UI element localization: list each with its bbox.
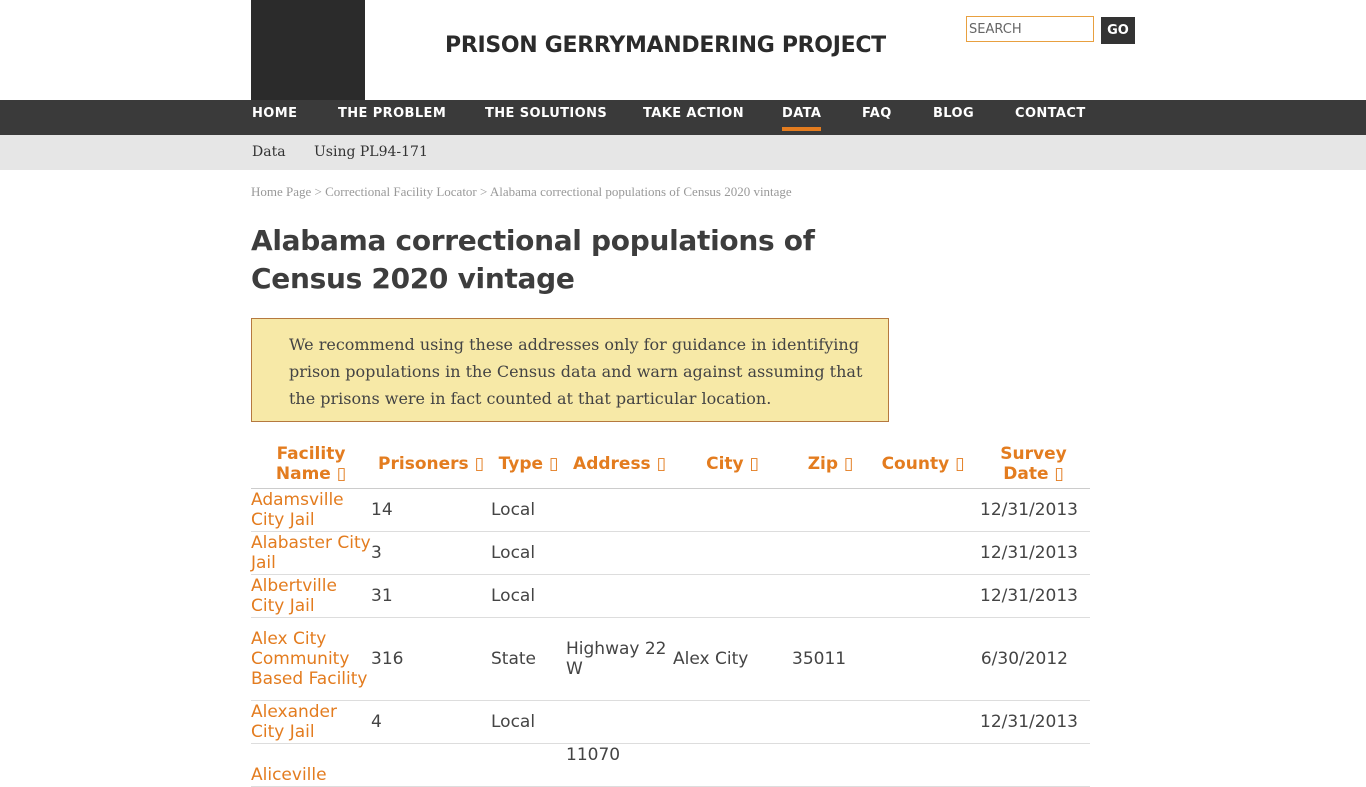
breadcrumb-separator: > [311,184,326,199]
breadcrumb-locator-link[interactable]: Correctional Facility Locator [325,184,477,199]
nav-item-the-problem[interactable]: THE PROBLEM [338,100,446,135]
type-cell: Local [491,531,566,575]
nav-item-contact[interactable]: CONTACT [1015,100,1086,135]
prisoners-cell: 31 [371,574,491,618]
type-cell: State [491,617,566,701]
city-cell [673,574,792,618]
prisoners-cell [371,743,491,787]
city-cell [673,743,792,787]
breadcrumb-current: Alabama correctional populations of Cens… [489,184,792,199]
facilities-table: Facility Name ▯ Prisoners ▯ Type ▯ Addre… [251,440,1090,787]
header-prisoners[interactable]: Prisoners ▯ [371,440,491,489]
breadcrumb-home-link[interactable]: Home Page [251,184,311,199]
zip-cell: 35011 [792,617,869,701]
zip-cell [792,531,869,575]
county-cell [869,531,977,575]
facility-link[interactable]: Adamsville City Jail [251,488,371,532]
facility-link[interactable]: Albertville City Jail [251,574,371,618]
city-cell [673,700,792,744]
county-cell [869,743,977,787]
type-cell: Local [491,488,566,532]
county-cell [869,617,977,701]
survey-date-cell: 12/31/2013 [977,488,1090,532]
prisoners-cell: 14 [371,488,491,532]
header-city[interactable]: City ▯ [673,440,792,489]
address-cell [566,574,673,618]
type-cell: Local [491,574,566,618]
type-cell [491,743,566,787]
zip-cell [792,743,869,787]
city-cell [673,488,792,532]
header-zip[interactable]: Zip ▯ [792,440,869,489]
prisoners-cell: 4 [371,700,491,744]
nav-item-home[interactable]: HOME [252,100,297,135]
address-cell: Highway 22 W [566,617,673,701]
nav-item-blog[interactable]: BLOG [933,100,974,135]
facility-link[interactable]: Alabaster City Jail [251,531,371,575]
header-survey-date[interactable]: Survey Date ▯ [977,440,1090,489]
survey-date-cell [977,743,1090,787]
main-nav: HOME THE PROBLEM THE SOLUTIONS TAKE ACTI… [0,100,1366,135]
header-county[interactable]: County ▯ [869,440,977,489]
header-type[interactable]: Type ▯ [491,440,566,489]
address-cell: 11070 [566,743,673,787]
table-row: Alabaster City Jail 3 Local 12/31/2013 [251,531,1090,575]
address-cell [566,531,673,575]
city-cell: Alex City [673,617,792,701]
table-row: Alex City Community Based Facility 316 S… [251,617,1090,701]
notice-box: We recommend using these addresses only … [251,318,889,422]
facility-link[interactable]: Alexander City Jail [251,700,371,744]
notice-text: We recommend using these addresses only … [289,335,863,408]
county-cell [869,700,977,744]
nav-item-the-solutions[interactable]: THE SOLUTIONS [485,100,607,135]
nav-item-take-action[interactable]: TAKE ACTION [643,100,744,135]
city-cell [673,531,792,575]
facility-link[interactable]: Alex City Community Based Facility [251,617,371,701]
address-cell [566,700,673,744]
nav-item-data[interactable]: DATA [782,101,822,131]
site-title[interactable]: PRISON GERRYMANDERING PROJECT [445,33,886,58]
zip-cell [792,574,869,618]
type-cell: Local [491,700,566,744]
subnav-item-data[interactable]: Data [252,144,286,160]
prisoners-cell: 3 [371,531,491,575]
facility-link[interactable]: Aliceville [251,743,371,787]
address-cell [566,488,673,532]
site-header: PRISON GERRYMANDERING PROJECT GO [0,0,1366,100]
survey-date-cell: 12/31/2013 [977,531,1090,575]
nav-item-faq[interactable]: FAQ [862,100,892,135]
site-logo[interactable] [251,0,365,100]
sub-nav: Data Using PL94-171 [0,135,1366,170]
survey-date-cell: 12/31/2013 [977,574,1090,618]
table-row: Albertville City Jail 31 Local 12/31/201… [251,574,1090,618]
header-facility-name[interactable]: Facility Name ▯ [251,440,371,489]
breadcrumb-separator: > [476,184,490,199]
page-title: Alabama correctional populations of Cens… [251,224,815,295]
zip-cell [792,700,869,744]
table-row: Adamsville City Jail 14 Local 12/31/2013 [251,488,1090,532]
prisoners-cell: 316 [371,617,491,701]
county-cell [869,488,977,532]
table-header-row: Facility Name ▯ Prisoners ▯ Type ▯ Addre… [251,440,1090,489]
table-row: Aliceville 11070 [251,743,1090,787]
search-go-button[interactable]: GO [1101,17,1135,44]
breadcrumb: Home Page > Correctional Facility Locato… [251,184,792,200]
survey-date-cell: 6/30/2012 [977,617,1090,701]
survey-date-cell: 12/31/2013 [977,700,1090,744]
header-address[interactable]: Address ▯ [566,440,673,489]
table-row: Alexander City Jail 4 Local 12/31/2013 [251,700,1090,744]
county-cell [869,574,977,618]
subnav-item-using-pl94-171[interactable]: Using PL94-171 [314,144,428,160]
zip-cell [792,488,869,532]
search-input[interactable] [966,16,1094,42]
